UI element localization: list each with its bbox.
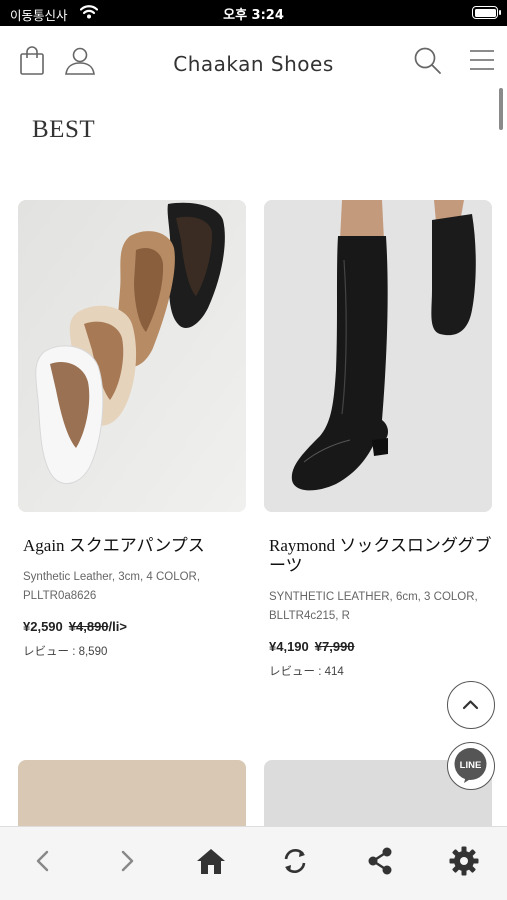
product-card[interactable]: Raymond ソックスロンググブ ーツ SYNTHETIC LEATHER, …	[264, 200, 492, 679]
menu-icon[interactable]	[469, 46, 495, 76]
sale-price: ¥2,590	[23, 619, 63, 634]
line-label: LINE	[460, 760, 482, 771]
forward-icon	[121, 850, 134, 872]
product-name-line: ーツ	[269, 556, 303, 575]
product-card[interactable]: Again スクエアパンプス Synthetic Leather, 3cm, 4…	[18, 200, 246, 659]
refresh-icon	[284, 849, 306, 873]
product-name[interactable]: Again スクエアパンプス	[18, 536, 246, 556]
price-suffix: /li>	[108, 619, 127, 634]
back-button[interactable]	[25, 843, 61, 879]
original-price: ¥4,890	[68, 619, 109, 634]
back-icon	[36, 850, 49, 872]
product-name[interactable]: Raymond ソックスロンググブ ーツ	[264, 536, 492, 576]
forward-button[interactable]	[109, 843, 145, 879]
home-button[interactable]	[193, 843, 229, 879]
product-price: ¥2,590 ¥4,890/li>	[18, 619, 246, 634]
product-price: ¥4,190 ¥7,990	[264, 639, 492, 654]
settings-button[interactable]	[446, 843, 482, 879]
share-icon	[368, 847, 392, 875]
refresh-button[interactable]	[277, 843, 313, 879]
pumps-photo	[18, 200, 246, 512]
product-code: BLLTR4c215, R	[269, 610, 350, 622]
status-bar: 이동통신사 오후 3:24	[0, 0, 507, 26]
scrollbar[interactable]	[499, 88, 503, 130]
settings-icon	[449, 846, 479, 876]
product-description: Synthetic Leather, 3cm, 4 COLOR, PLLTR0a…	[18, 568, 246, 606]
review-count: レビュー : 8,590	[23, 646, 108, 658]
chevron-up-icon	[462, 700, 479, 710]
line-button[interactable]: LINE	[447, 742, 495, 790]
search-icon[interactable]	[413, 46, 443, 76]
product-image[interactable]	[264, 200, 492, 512]
bottom-toolbar	[0, 826, 507, 900]
app-header: Chaakan Shoes	[0, 26, 507, 96]
clock: 오후 3:24	[223, 8, 284, 23]
battery-icon	[472, 6, 501, 19]
product-description: SYNTHETIC LEATHER, 6cm, 3 COLOR, BLLTR4c…	[264, 588, 492, 626]
product-description-line: Synthetic Leather, 3cm, 4 COLOR,	[23, 571, 201, 583]
scroll-top-button[interactable]	[447, 681, 495, 729]
product-name-line: Raymond ソックスロンググブ	[269, 536, 492, 555]
sale-price: ¥4,190	[269, 639, 309, 654]
product-description-line: SYNTHETIC LEATHER, 6cm, 3 COLOR,	[269, 591, 478, 603]
share-button[interactable]	[362, 843, 398, 879]
line-icon: LINE	[454, 748, 487, 783]
home-icon	[197, 849, 225, 874]
review-count: レビュー : 414	[269, 666, 344, 678]
product-image[interactable]	[18, 200, 246, 512]
boots-photo	[264, 200, 492, 512]
original-price: ¥7,990	[314, 639, 355, 654]
product-code: PLLTR0a8626	[23, 590, 97, 602]
section-title: BEST	[32, 116, 96, 143]
